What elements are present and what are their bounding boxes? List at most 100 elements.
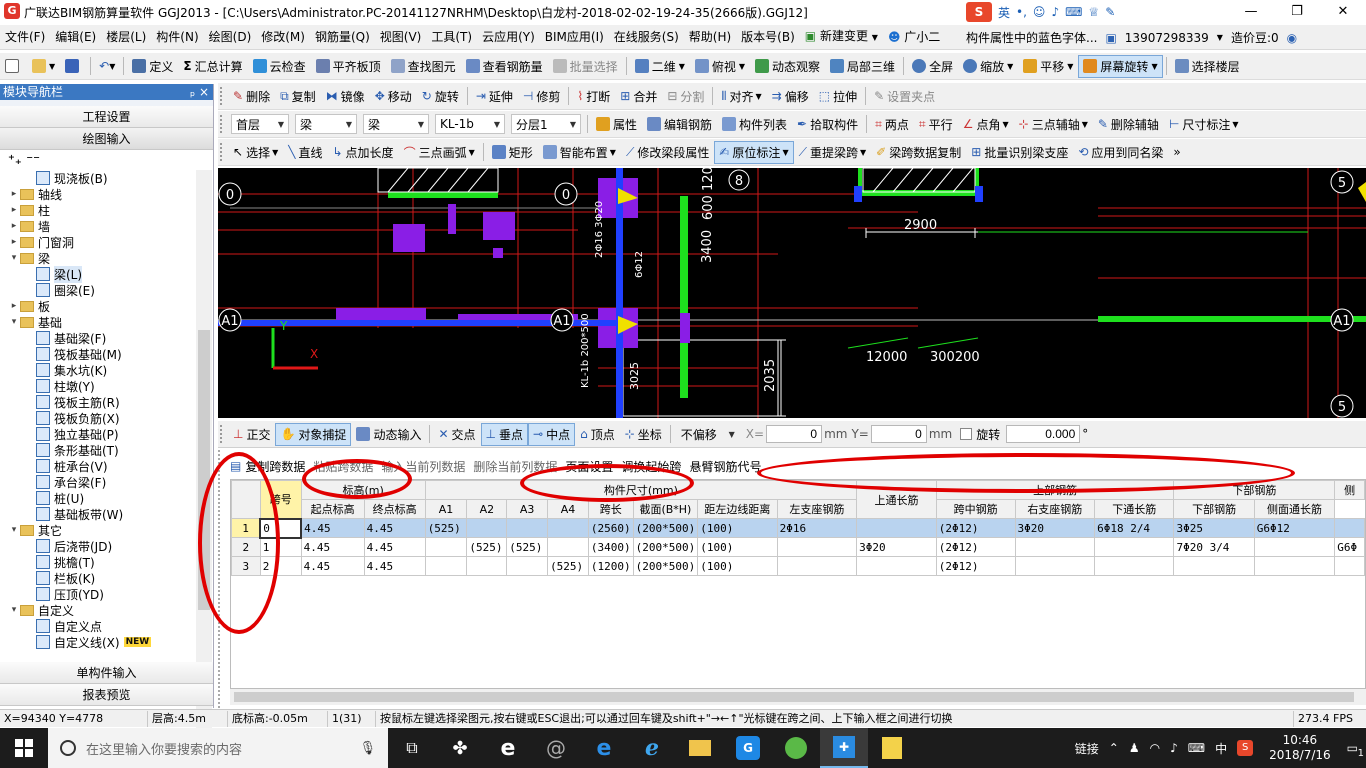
table-cell[interactable]: (2Φ12) (935, 556, 1016, 576)
tree-item[interactable]: 承台梁(F) (0, 474, 196, 490)
table-cell[interactable] (776, 537, 858, 557)
tray-people-icon[interactable]: ♟ (1129, 741, 1140, 755)
coins-text[interactable]: 造价豆:0 (1231, 29, 1279, 46)
table-cell[interactable]: (2Φ12) (935, 537, 1016, 557)
taskbar-app-fan[interactable]: ✤ (436, 728, 484, 768)
table-cell[interactable] (506, 556, 549, 576)
expand-icon[interactable]: ▸ (8, 189, 20, 199)
menu-online[interactable]: 在线服务(S) (609, 25, 684, 50)
collapse-icon[interactable]: ▾ (8, 317, 20, 327)
table-cell[interactable] (856, 518, 937, 538)
paste-span-data-button[interactable]: 粘贴跨数据 (309, 458, 377, 475)
table-cell[interactable]: (2Φ12) (935, 518, 1016, 538)
table-row[interactable]: 2 1 4.45 4.45 (525) (525) (3400) (200*500) (100)… (231, 537, 1365, 557)
table-cell[interactable]: (525) (547, 556, 589, 576)
vertex-snap-button[interactable]: ⌂ 顶点 (575, 423, 620, 446)
tree-item[interactable]: ▾ 基础 (0, 314, 196, 330)
taskbar-app-explorer[interactable] (676, 728, 724, 768)
tree-scrollbar-thumb[interactable] (198, 330, 210, 610)
menu-rebar-qty[interactable]: 钢筋量(Q) (310, 25, 375, 50)
tray-chevron-icon[interactable]: ⌃ (1109, 741, 1119, 755)
menu-view[interactable]: 视图(V) (375, 25, 427, 50)
calc-summary-button[interactable]: Σ 汇总计算 (178, 55, 247, 78)
trim-button[interactable]: ⊣ 修剪 (518, 85, 565, 108)
tree-item[interactable]: ▸ 门窗洞 (0, 234, 196, 250)
open-file-button[interactable]: ▼ (27, 55, 60, 78)
rotate-checkbox[interactable] (960, 428, 973, 440)
point-angle-dropdown[interactable]: ∠ 点角 ▼ (958, 113, 1014, 136)
delete-button[interactable]: ✎ 删除 (228, 85, 275, 108)
expand-icon[interactable]: ▸ (8, 301, 20, 311)
taskbar-search[interactable]: 在这里输入你要搜索的内容 🎙 (48, 728, 388, 768)
table-cell[interactable]: (3400) (587, 537, 634, 557)
table-cell[interactable] (1253, 556, 1336, 576)
taskbar-app-ie[interactable]: ℯ (628, 728, 676, 768)
find-element-button[interactable]: 查找图元 (386, 55, 461, 78)
page-setup-button[interactable]: 页面设置 (561, 458, 617, 475)
align-dropdown[interactable]: ⫴ 对齐 ▼ (716, 85, 766, 108)
line-button[interactable]: ╲ 直线 (283, 141, 327, 164)
skin-icon[interactable]: ♕ (1088, 5, 1099, 19)
table-cell[interactable]: (100) (697, 518, 778, 538)
tree-item[interactable]: ▾ 自定义 (0, 602, 196, 618)
table-cell[interactable]: (100) (697, 537, 778, 557)
emoji-icon[interactable]: ☺ (1033, 5, 1046, 19)
stretch-button[interactable]: ⬚ 拉伸 (814, 85, 862, 108)
drawing-input-button[interactable]: 绘图输入 (0, 128, 213, 150)
table-cell[interactable] (1094, 556, 1175, 576)
menu-draw[interactable]: 绘图(D) (204, 25, 257, 50)
type-select[interactable]: 梁 ▼ (363, 114, 429, 134)
tree-item[interactable]: 柱墩(Y) (0, 378, 196, 394)
table-cell[interactable]: (525) (424, 518, 468, 538)
table-cell[interactable]: (200*500) (632, 537, 699, 557)
pan-dropdown[interactable]: 平移 ▼ (1018, 55, 1078, 78)
drawing-canvas[interactable]: 0 0 8 5 5 A1 A1 A1 Y X 2900 3400 600 120… (218, 168, 1366, 418)
properties-button[interactable]: 属性 (591, 113, 642, 136)
menu-new-change[interactable]: ▣ 新建变更 ▼ (800, 24, 883, 50)
span-number-cell[interactable]: 1 (259, 537, 302, 557)
tree-item[interactable]: 桩承台(V) (0, 458, 196, 474)
table-cell[interactable]: 6Φ18 2/4 (1094, 518, 1175, 538)
collapse-icon[interactable]: ▾ (8, 605, 20, 615)
local-3d-button[interactable]: 局部三维 (825, 55, 900, 78)
taskbar-app-edge[interactable]: e (484, 728, 532, 768)
table-cell[interactable] (1173, 556, 1255, 576)
tree-item[interactable]: 自定义线(X) NEW (0, 634, 196, 650)
ortho-button[interactable]: ⊥ 正交 (228, 423, 275, 446)
tree-item[interactable]: 筏板主筋(R) (0, 394, 196, 410)
table-cell[interactable]: 4.45 (363, 537, 426, 557)
dynamic-input-button[interactable]: 动态输入 (351, 423, 426, 446)
select-floor-button[interactable]: 选择楼层 (1170, 55, 1245, 78)
menu-member[interactable]: 构件(N) (151, 25, 203, 50)
coordinate-snap-button[interactable]: ⊹ 坐标 (620, 423, 667, 446)
table-cell[interactable]: 4.45 (300, 518, 365, 538)
project-settings-button[interactable]: 工程设置 (0, 106, 213, 128)
grid-h-scrollbar-thumb[interactable] (234, 692, 1354, 702)
expand-icon[interactable]: ▸ (8, 237, 20, 247)
table-cell[interactable]: (200*500) (632, 556, 699, 576)
delete-axis-button[interactable]: ✎ 删除辅轴 (1093, 113, 1164, 136)
x-offset-input[interactable] (766, 425, 823, 443)
tree-item[interactable]: 压顶(YD) (0, 586, 196, 602)
collapse-icon[interactable]: ▾ (8, 525, 20, 535)
three-point-axis-dropdown[interactable]: ⊹ 三点辅轴 ▼ (1014, 113, 1093, 136)
pick-member-button[interactable]: ✒ 拾取构件 (792, 113, 863, 136)
taskbar-app-swirl[interactable]: @ (532, 728, 580, 768)
table-cell[interactable]: 4.45 (300, 556, 365, 576)
table-cell[interactable] (1253, 537, 1336, 557)
edit-rebar-button[interactable]: 编辑钢筋 (642, 113, 717, 136)
single-member-input-button[interactable]: 单构件输入 (0, 662, 213, 684)
member-list-button[interactable]: 构件列表 (717, 113, 792, 136)
report-preview-button[interactable]: 报表预览 (0, 684, 213, 706)
smart-layout-dropdown[interactable]: 智能布置 ▼ (538, 141, 621, 164)
keyboard-icon[interactable]: ⌨ (1065, 5, 1082, 19)
table-cell[interactable] (856, 556, 937, 576)
span-number-cell[interactable]: 0 (259, 517, 303, 539)
tree-item[interactable]: ▾ 梁 (0, 250, 196, 266)
move-button[interactable]: ✥ 移动 (370, 85, 417, 108)
table-cell[interactable]: 4.45 (363, 518, 426, 538)
row-number[interactable]: 2 (231, 537, 261, 557)
voice-icon[interactable]: ♪ (1051, 5, 1059, 19)
tree-item[interactable]: 桩(U) (0, 490, 196, 506)
tree-item[interactable]: 后浇带(JD) (0, 538, 196, 554)
